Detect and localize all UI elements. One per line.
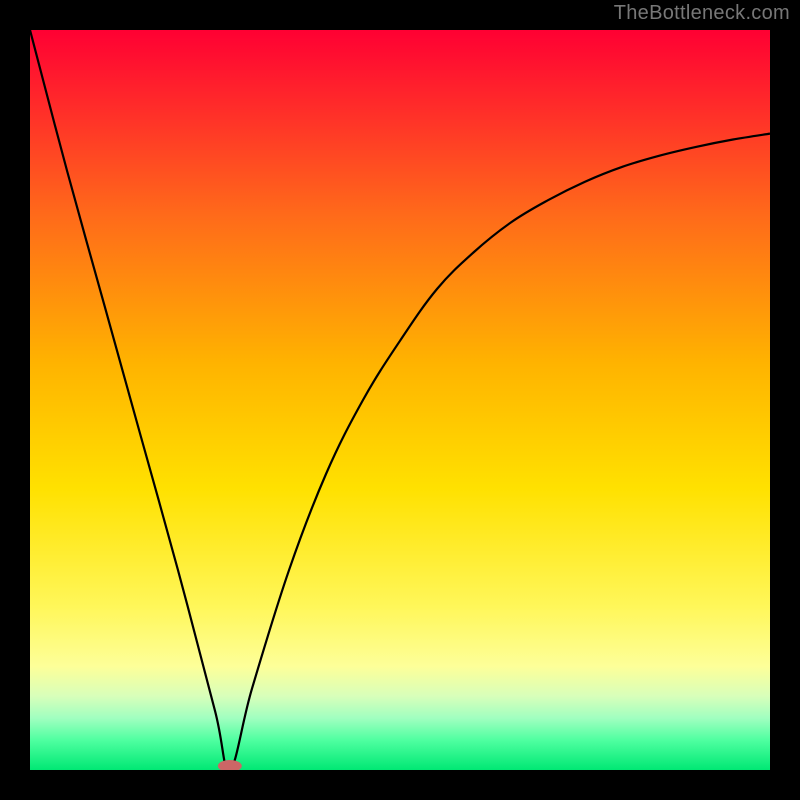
chart-frame: TheBottleneck.com — [0, 0, 800, 800]
watermark-text: TheBottleneck.com — [614, 2, 790, 25]
bottleneck-chart — [30, 30, 770, 770]
gradient-background — [30, 30, 770, 770]
